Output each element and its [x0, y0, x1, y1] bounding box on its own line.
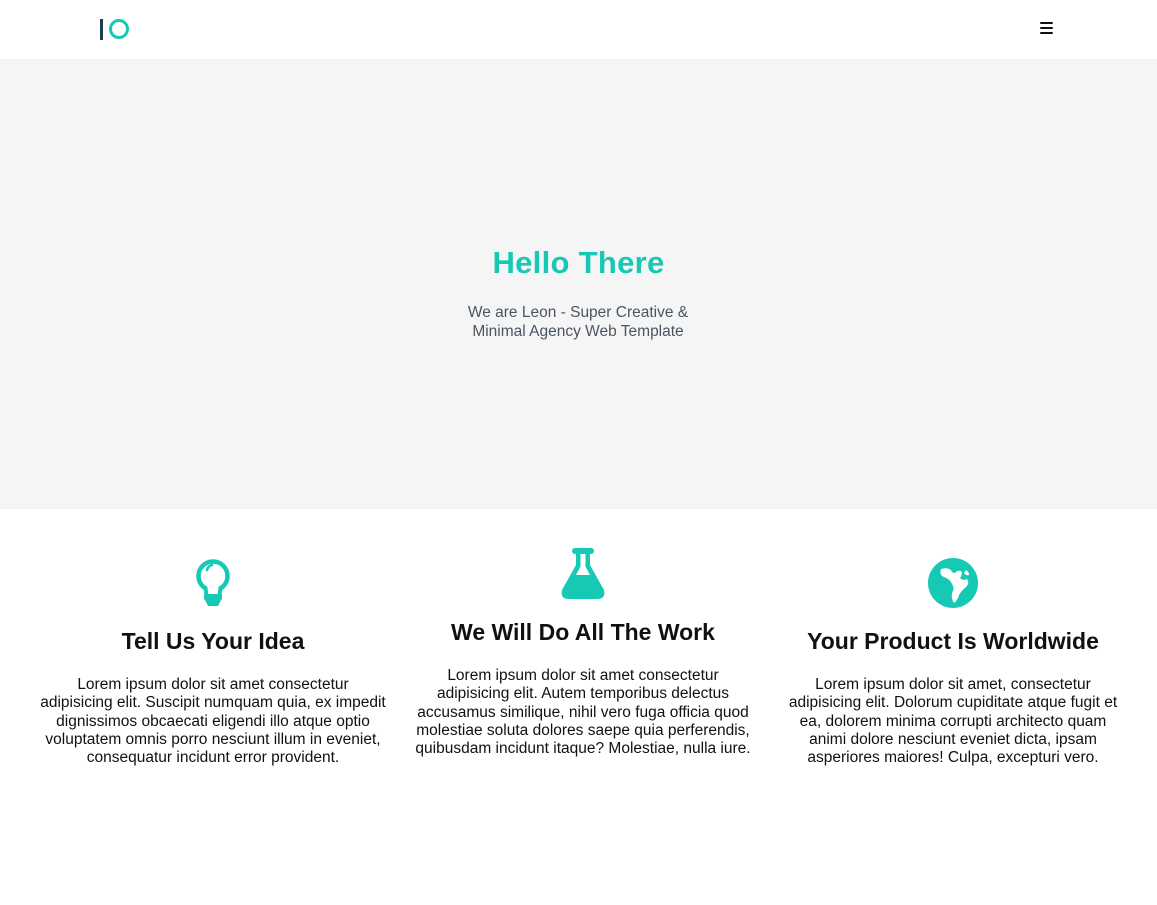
feature-title: Tell Us Your Idea: [121, 628, 305, 654]
feature-text: Lorem ipsum dolor sit amet consectetur a…: [40, 676, 386, 767]
hamburger-line: [1040, 27, 1053, 30]
feature-text: Lorem ipsum dolor sit amet, consectetur …: [788, 676, 1118, 767]
lightbulb-icon: [196, 559, 230, 606]
hero-subtitle-line-1: We are Leon - Super Creative &: [467, 304, 689, 321]
feature-title: We Will Do All The Work: [451, 619, 715, 645]
logo-ring-mark: [109, 19, 129, 39]
hamburger-line: [1040, 22, 1053, 25]
globe-icon: [928, 558, 978, 608]
hero-subtitle: We are Leon - Super Creative & Minimal A…: [428, 303, 728, 341]
feature-card-idea: Tell Us Your Idea Lorem ipsum dolor sit …: [40, 540, 386, 800]
navbar: [0, 0, 1157, 59]
hamburger-line: [1040, 32, 1053, 35]
hero-title: Hello There: [492, 245, 665, 280]
feature-card-worldwide: Your Product Is Worldwide Lorem ipsum do…: [779, 540, 1127, 800]
feature-text: Lorem ipsum dolor sit amet consectetur a…: [415, 667, 751, 758]
logo-bar-mark: [100, 18, 103, 40]
hero-section: Hello There We are Leon - Super Creative…: [0, 59, 1157, 509]
hero-subtitle-line-2: Minimal Agency Web Template: [472, 323, 684, 340]
flask-icon: [561, 548, 605, 599]
feature-title: Your Product Is Worldwide: [807, 628, 1099, 654]
hamburger-menu-button[interactable]: [1040, 21, 1054, 35]
logo-link[interactable]: [100, 17, 129, 41]
feature-card-work: We Will Do All The Work Lorem ipsum dolo…: [410, 540, 756, 800]
